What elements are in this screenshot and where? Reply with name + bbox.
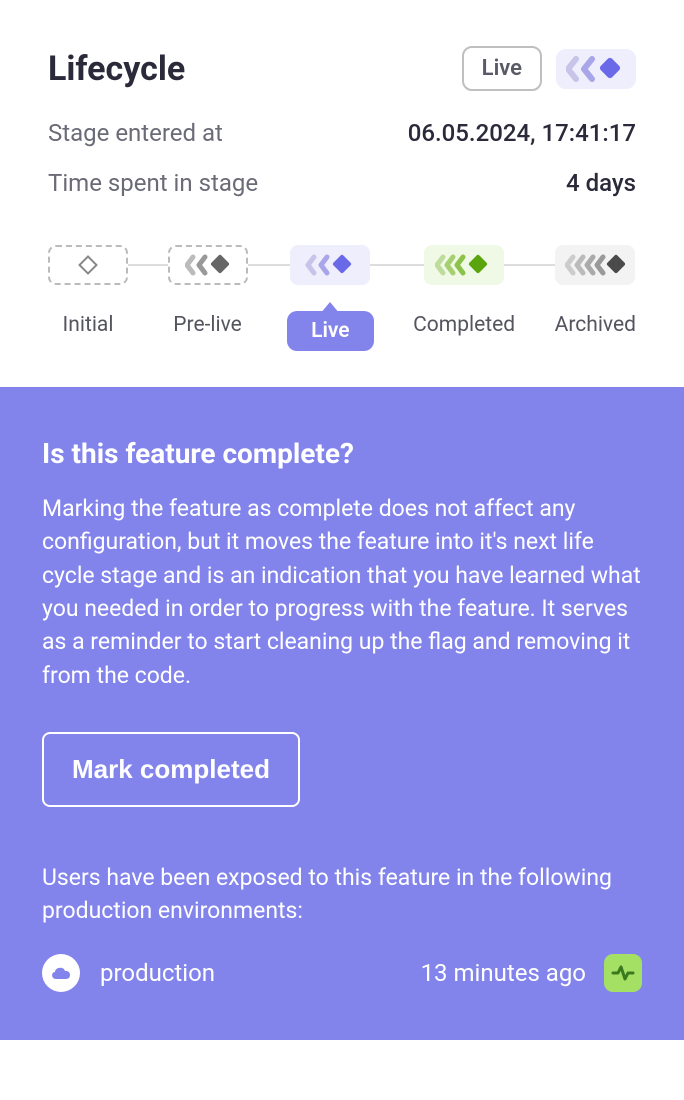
live-status-badge: Live <box>462 46 542 91</box>
live-status-icon <box>556 49 636 89</box>
time-spent-row: Time spent in stage 4 days <box>48 169 636 197</box>
cloud-icon <box>42 954 80 992</box>
feature-complete-body: Marking the feature as complete does not… <box>42 492 642 692</box>
stage-prelive-label: Pre-live <box>173 313 242 337</box>
stage-completed-label: Completed <box>413 313 515 337</box>
stage-archived[interactable]: Archived <box>555 245 636 337</box>
live-icon <box>305 253 355 277</box>
stage-prelive[interactable]: Pre-live <box>168 245 248 337</box>
environment-row: production 13 minutes ago <box>42 954 642 992</box>
lifecycle-timeline: Initial Pre-live <box>48 245 636 351</box>
archived-icon <box>565 253 625 277</box>
current-indicator-arrow <box>320 302 340 314</box>
pulse-icon <box>604 954 642 992</box>
stage-initial-label: Initial <box>63 313 114 337</box>
time-spent-value: 4 days <box>566 169 636 197</box>
lifecycle-title: Lifecycle <box>48 49 185 89</box>
stage-entered-value: 06.05.2024, 17:41:17 <box>408 119 636 147</box>
stage-live-label: Live <box>287 311 374 351</box>
environment-name: production <box>100 959 215 987</box>
stage-entered-row: Stage entered at 06.05.2024, 17:41:17 <box>48 119 636 147</box>
lifecycle-header: Lifecycle Live <box>48 46 636 91</box>
time-spent-label: Time spent in stage <box>48 169 258 197</box>
completed-icon <box>435 253 493 277</box>
stage-initial[interactable]: Initial <box>48 245 128 337</box>
diamond-icon <box>76 253 100 277</box>
feature-complete-heading: Is this feature complete? <box>42 437 642 470</box>
stage-completed[interactable]: Completed <box>413 245 515 337</box>
prelive-icon <box>185 253 231 277</box>
stage-archived-label: Archived <box>555 313 636 337</box>
exposed-environments-text: Users have been exposed to this feature … <box>42 861 642 928</box>
mark-completed-button[interactable]: Mark completed <box>42 732 300 807</box>
environment-time: 13 minutes ago <box>421 959 586 987</box>
stage-entered-label: Stage entered at <box>48 119 223 147</box>
stage-live[interactable]: Live <box>287 245 374 351</box>
